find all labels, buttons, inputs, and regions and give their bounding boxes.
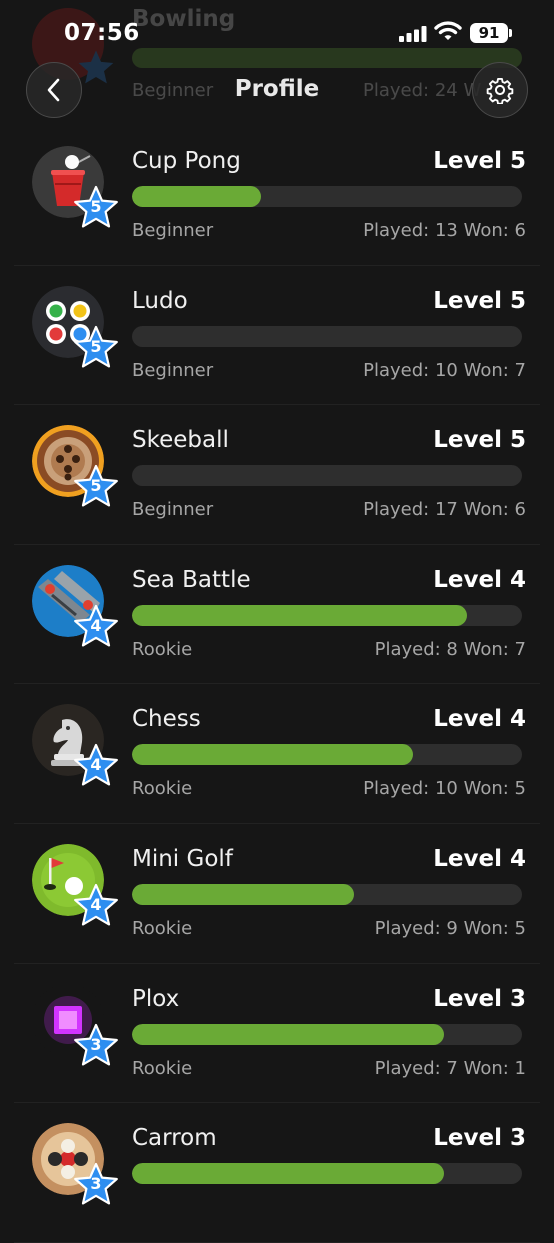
- game-row-cup-pong[interactable]: 5 Cup Pong Level 5 Beginner Played: 13 W…: [14, 126, 540, 266]
- game-stats: Played: 8 Won: 7: [374, 638, 526, 660]
- settings-button[interactable]: [472, 62, 528, 118]
- game-tier: Rookie: [132, 778, 193, 800]
- game-tier: Beginner: [132, 499, 214, 521]
- game-icon-wrap: 4: [32, 704, 118, 786]
- game-icon-wrap: 3: [32, 1123, 118, 1205]
- level-star-badge: 3: [72, 1161, 120, 1209]
- game-stats: Played: 7 Won: 1: [374, 1057, 526, 1079]
- game-icon-wrap: 5: [32, 425, 118, 507]
- star-level-number: 3: [90, 1174, 102, 1194]
- progress-bar: [132, 744, 522, 766]
- game-row-skeeball[interactable]: 5 Skeeball Level 5 Beginner Played: 17 W…: [14, 405, 540, 545]
- progress-fill: [132, 186, 261, 207]
- game-tier: Rookie: [132, 1057, 193, 1079]
- cellular-signal-icon: [399, 26, 427, 42]
- wifi-icon: [434, 21, 462, 40]
- game-icon-wrap: 3: [32, 983, 118, 1066]
- progress-bar: [132, 465, 522, 487]
- star-level-number: 5: [90, 336, 102, 356]
- game-name: Sea Battle: [132, 566, 251, 593]
- game-stats: Played: 10 Won: 7: [363, 359, 526, 381]
- level-star-badge: 5: [72, 184, 120, 232]
- game-tier: Rookie: [132, 917, 193, 939]
- game-level: Level 4: [433, 845, 526, 872]
- game-row-chess[interactable]: 4 Chess Level 4 Rookie Played: 10 Won: 5: [14, 684, 540, 824]
- game-stats: Played: 17 Won: 6: [363, 499, 526, 521]
- game-list: 5 Cup Pong Level 5 Beginner Played: 13 W…: [0, 126, 554, 1243]
- progress-fill: [132, 1023, 444, 1045]
- level-star-badge: 4: [72, 742, 120, 790]
- level-star-badge: 5: [72, 463, 120, 511]
- game-name: Cup Pong: [132, 148, 241, 174]
- page-title: Profile: [234, 76, 320, 102]
- progress-fill: [132, 883, 355, 905]
- game-tier: Beginner: [132, 359, 214, 381]
- game-row-sea-battle[interactable]: 4 Sea Battle Level 4 Rookie Played: 8 Wo…: [14, 545, 540, 685]
- game-icon-wrap: 5: [32, 146, 118, 228]
- game-stats: Played: 13 Won: 6: [363, 220, 526, 241]
- progress-bar: [132, 325, 522, 347]
- gear-icon: [486, 77, 514, 104]
- game-level: Level 4: [433, 566, 526, 593]
- game-level: Level 4: [433, 706, 526, 733]
- progress-fill: [132, 1163, 444, 1185]
- status-time: 07:56: [64, 20, 140, 46]
- status-bar: 07:56 91: [0, 0, 554, 62]
- game-level: Level 3: [433, 985, 526, 1012]
- progress-bar: [132, 1163, 522, 1185]
- battery-indicator: 91: [470, 23, 512, 43]
- game-tier: Beginner: [132, 220, 214, 241]
- game-name: Carrom: [132, 1125, 217, 1152]
- game-level: Level 3: [433, 1125, 526, 1152]
- game-name: Ludo: [132, 287, 188, 314]
- game-level: Level 5: [433, 427, 526, 454]
- level-star-badge: 3: [72, 1022, 120, 1070]
- progress-bar: [132, 1023, 522, 1045]
- star-level-number: 4: [90, 615, 102, 635]
- header: Profile: [0, 62, 554, 132]
- progress-bar: [132, 186, 522, 207]
- game-name: Mini Golf: [132, 845, 233, 872]
- star-level-number: 4: [90, 755, 102, 775]
- progress-fill: [132, 744, 413, 766]
- level-star-badge: 4: [72, 603, 120, 651]
- game-name: Chess: [132, 706, 201, 733]
- star-level-number: 4: [90, 894, 102, 914]
- game-icon-wrap: 4: [32, 843, 118, 926]
- level-star-badge: 5: [72, 324, 120, 372]
- progress-bar: [132, 883, 522, 905]
- progress-fill: [132, 604, 468, 626]
- game-row-mini-golf[interactable]: 4 Mini Golf Level 4 Rookie Played: 9 Won…: [14, 824, 540, 964]
- game-tier: Rookie: [132, 638, 193, 660]
- game-name: Plox: [132, 985, 180, 1012]
- star-level-number: 3: [90, 1034, 102, 1054]
- star-level-number: 5: [90, 476, 102, 496]
- game-row-ludo[interactable]: 5 Ludo Level 5 Beginner Played: 10 Won: …: [14, 266, 540, 406]
- level-star-badge: 4: [72, 882, 120, 930]
- game-level: Level 5: [433, 287, 526, 314]
- progress-bar: [132, 604, 522, 626]
- game-icon-wrap: 4: [32, 564, 118, 647]
- game-row-carrom[interactable]: 3 Carrom Level 3: [14, 1103, 540, 1243]
- star-level-number: 5: [90, 197, 102, 216]
- game-icon-wrap: 5: [32, 285, 118, 368]
- game-level: Level 5: [433, 148, 526, 174]
- game-row-plox[interactable]: 3 Plox Level 3 Rookie Played: 7 Won: 1: [14, 964, 540, 1104]
- game-stats: Played: 10 Won: 5: [363, 778, 526, 800]
- game-name: Skeeball: [132, 427, 229, 454]
- game-stats: Played: 9 Won: 5: [374, 917, 526, 939]
